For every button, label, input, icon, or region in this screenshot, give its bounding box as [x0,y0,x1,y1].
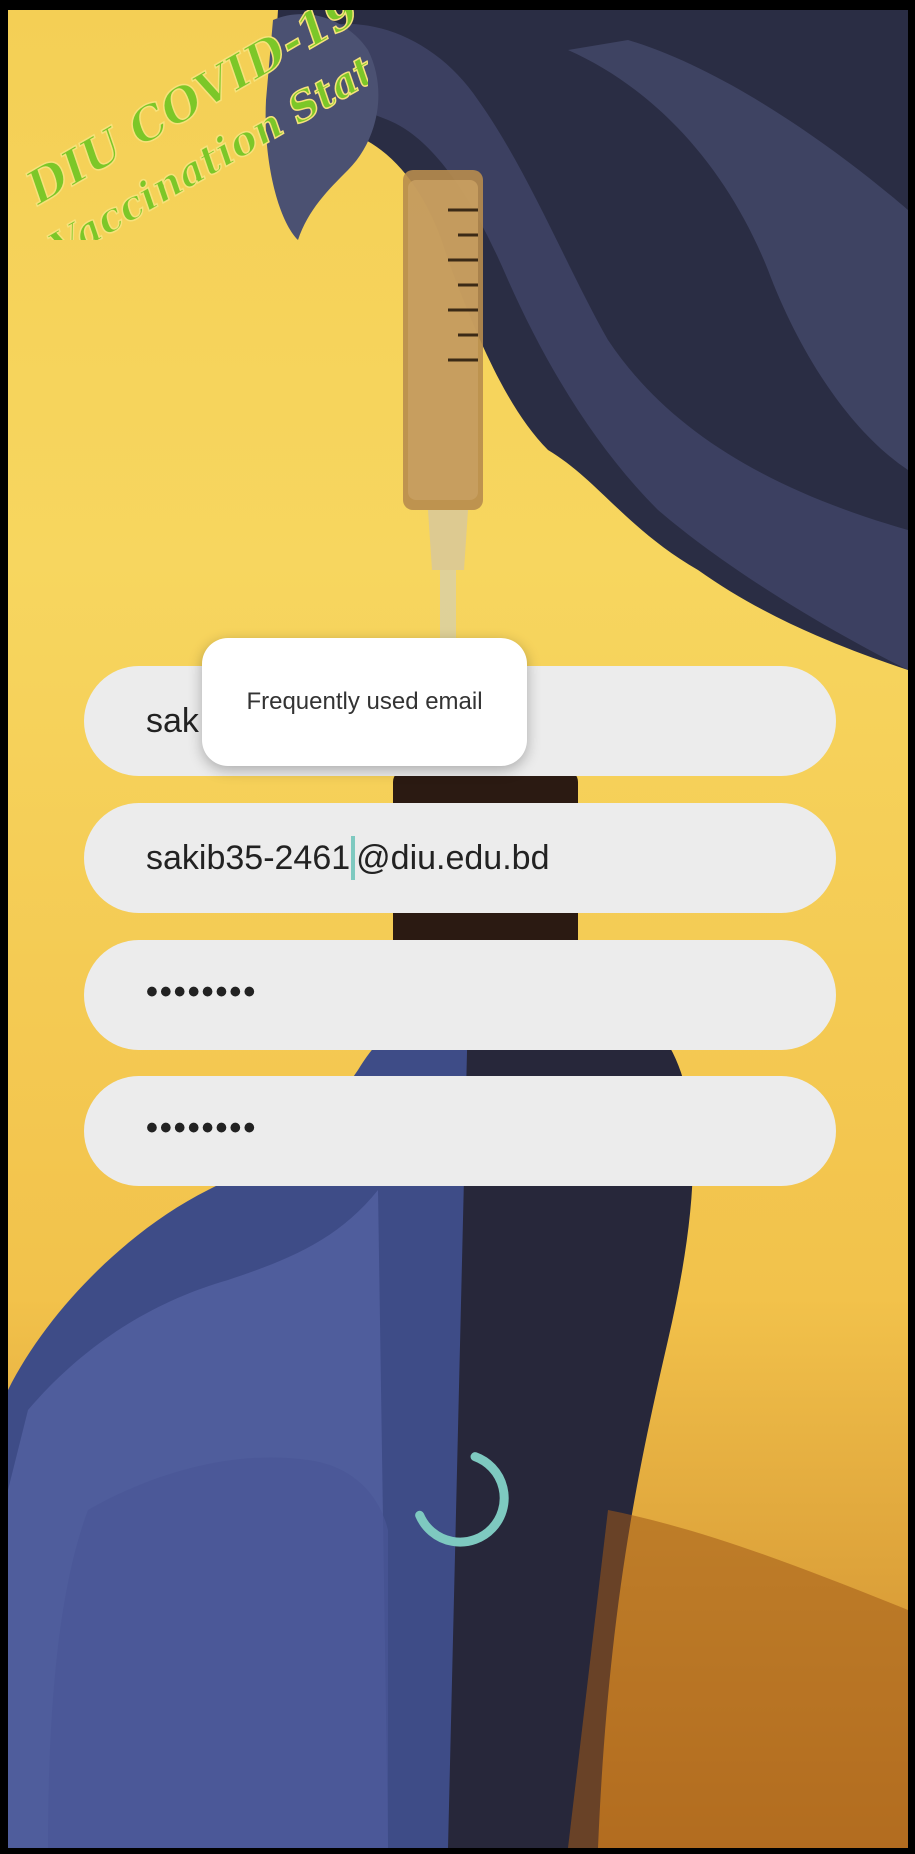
confirm-password-input-value: •••••••• [146,1108,258,1147]
password-input-value: •••••••• [146,972,258,1011]
loading-spinner-icon [415,1452,509,1547]
background-image: Vaccine DIU COVID-19 Vaccination Status [8,10,908,1848]
email-input-value-after-cursor: @diu.edu.bd [356,838,550,877]
signup-screen: Vaccine DIU COVID-19 Vaccination Status … [0,0,915,1854]
app-title: DIU COVID-19 Vaccination Status [14,10,368,240]
email-input-value-before-cursor: sakib35-2461 [146,838,351,877]
tooltip-text: Frequently used email [246,688,483,715]
text-cursor [351,836,356,880]
email-input[interactable]: sakib35-2461 @diu.edu.bd [84,803,836,913]
password-input[interactable]: •••••••• [84,940,836,1050]
status-bar [0,0,915,10]
confirm-password-input[interactable]: •••••••• [84,1076,836,1186]
frequently-used-email-tooltip[interactable]: Frequently used email [202,638,527,766]
name-input-value: sak [146,701,199,740]
